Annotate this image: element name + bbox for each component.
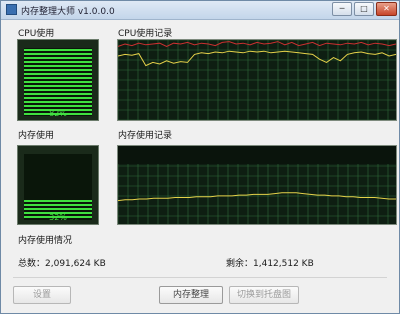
total-memory: 总数：2,091,624 KB — [18, 259, 106, 269]
cleanup-button[interactable]: 内存整理 — [159, 286, 223, 304]
memory-percent: 32% — [49, 213, 67, 222]
settings-button[interactable]: 设置 — [13, 286, 71, 304]
usage-label: 内存使用情况 — [18, 236, 73, 246]
cpu-history-label: CPU使用记录 — [118, 29, 173, 39]
cpu-label: CPU使用 — [18, 29, 55, 39]
maximize-button[interactable]: □ — [354, 2, 374, 16]
cpu-history-chart — [117, 39, 397, 121]
memory-history-label: 内存使用记录 — [118, 131, 173, 141]
minimize-button[interactable]: ─ — [332, 2, 352, 16]
title-bar[interactable]: 内存整理大师 v1.0.0.0 ─ □ ✕ — [1, 1, 399, 20]
free-memory: 剩余：1,412,512 KB — [226, 259, 314, 269]
window-title: 内存整理大师 v1.0.0.0 — [21, 7, 115, 17]
cpu-gauge: 82% — [17, 39, 99, 121]
extra-button[interactable]: 切换到托盘图 — [229, 286, 299, 304]
cpu-gauge-bars — [24, 48, 92, 116]
memory-label: 内存使用 — [18, 131, 55, 141]
history-line-series-0 — [118, 50, 396, 67]
close-button[interactable]: ✕ — [376, 2, 397, 16]
memory-gauge-bars — [24, 154, 92, 220]
app-window: 内存整理大师 v1.0.0.0 ─ □ ✕ CPU使用 82% CPU使用记录 … — [0, 0, 400, 314]
history-line-series-1 — [118, 41, 396, 47]
memory-chart-top-band — [118, 146, 396, 164]
history-line-series-0 — [118, 192, 396, 202]
memory-gauge: 32% — [17, 145, 99, 225]
app-icon — [6, 4, 17, 15]
cpu-percent: 82% — [49, 109, 67, 118]
divider — [13, 277, 387, 278]
memory-history-chart — [117, 145, 397, 225]
